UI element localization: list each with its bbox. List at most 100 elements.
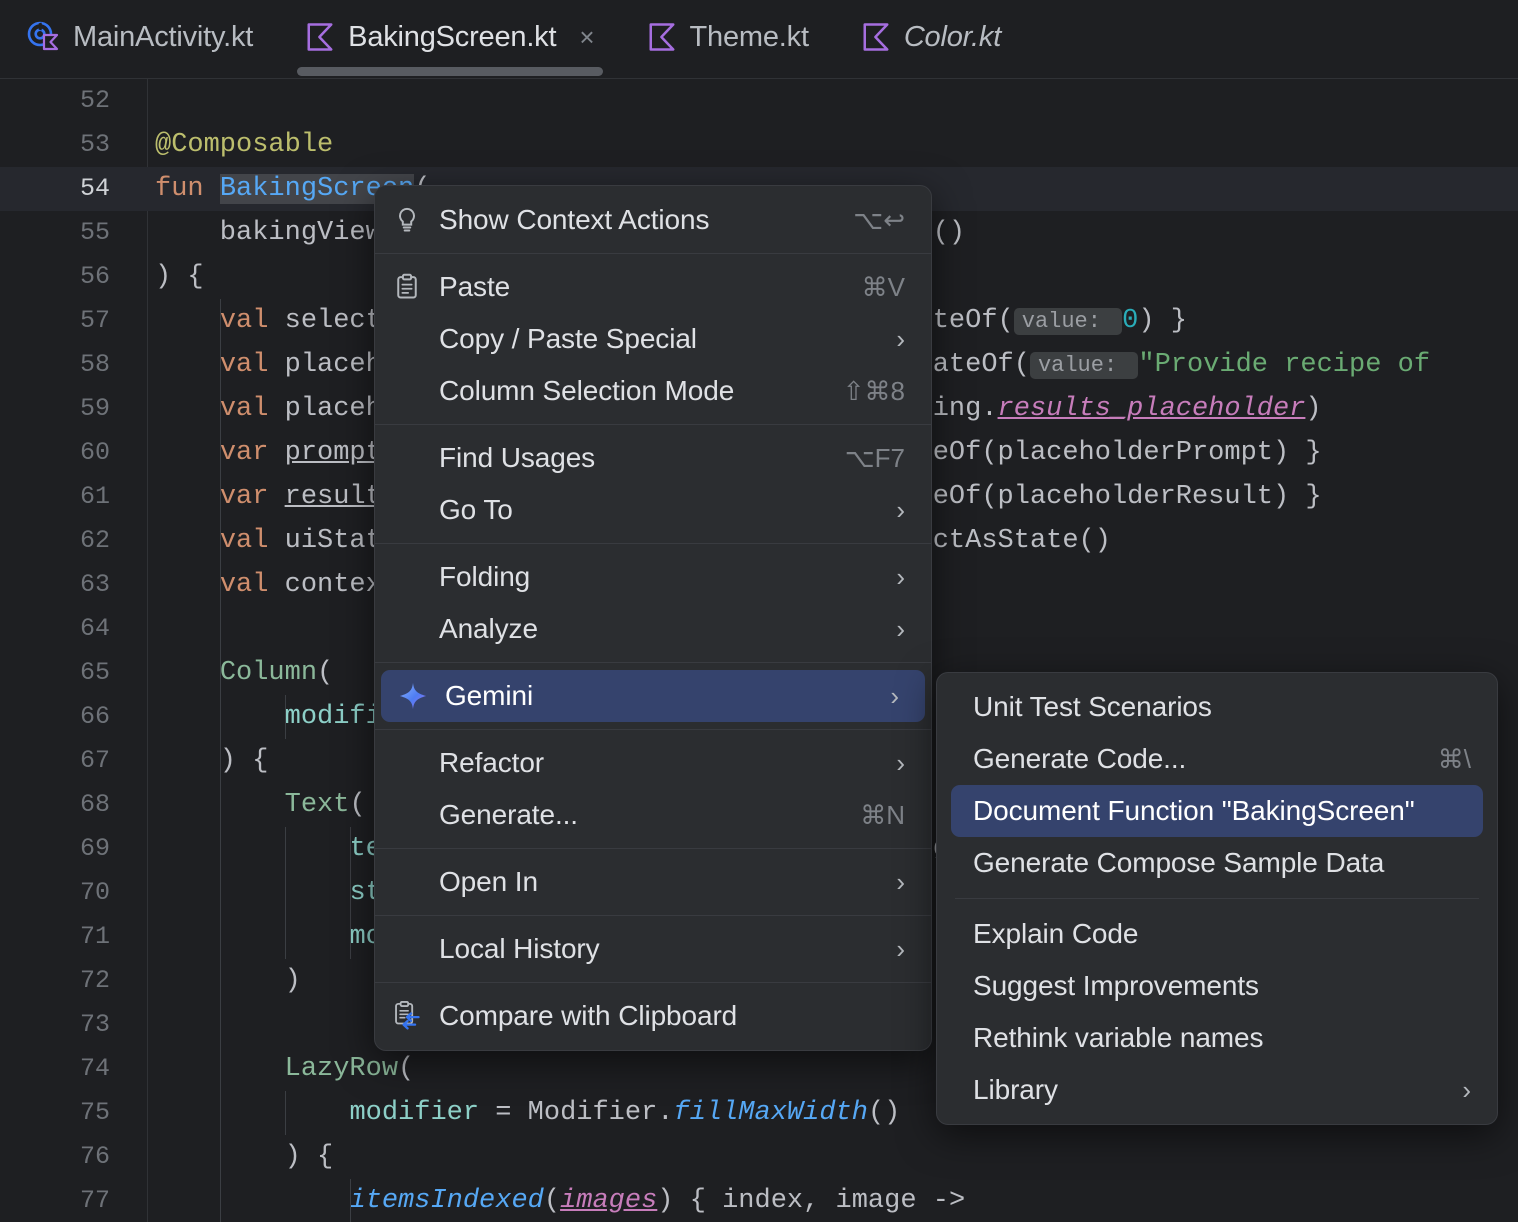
indent-guide (220, 431, 221, 475)
indent-guide (220, 1179, 221, 1222)
code-token: LazyRow (284, 1054, 399, 1084)
editor-tab-bakingscreen-kt[interactable]: BakingScreen.kt × (279, 0, 620, 79)
line-code: modifier = Modifier.fillMaxWidth() (148, 1091, 900, 1135)
indent-guide (220, 915, 221, 959)
lightbulb-icon (375, 206, 439, 234)
chevron-right-icon: › (890, 681, 899, 711)
menu-item-generate-code[interactable]: Generate Code... ⌘\ (937, 733, 1497, 785)
line-number: 69 (79, 834, 110, 863)
menu-item-compare-with-clipboard[interactable]: Compare with Clipboard (375, 990, 931, 1042)
chevron-right-icon: › (896, 867, 905, 897)
indent-guide (350, 827, 351, 871)
compare-clipboard-icon (375, 1001, 439, 1031)
line-number: 77 (79, 1186, 110, 1215)
code-token: val (219, 350, 285, 380)
chevron-right-icon: › (1462, 1075, 1471, 1105)
indent-guide (220, 519, 221, 563)
editor-tab-color-kt[interactable]: Color.kt (835, 0, 1027, 79)
menu-item-label: Compare with Clipboard (439, 1000, 738, 1031)
menu-item-refactor[interactable]: Refactor › (375, 737, 931, 789)
menu-item-folding[interactable]: Folding › (375, 551, 931, 603)
line-number: 74 (79, 1054, 110, 1083)
menu-item-rethink-variable-names[interactable]: Rethink variable names (937, 1012, 1497, 1064)
menu-item-paste[interactable]: Paste ⌘V (375, 261, 931, 313)
code-token: Text (284, 790, 350, 820)
code-token: results_placeholder (997, 394, 1306, 424)
close-icon[interactable]: × (579, 24, 594, 50)
code-token: 0 (1122, 306, 1139, 336)
menu-item-generate[interactable]: Generate... ⌘N (375, 789, 931, 841)
menu-item-suggest-improvements[interactable]: Suggest Improvements (937, 960, 1497, 1012)
menu-separator (955, 898, 1479, 899)
line-number: 65 (79, 658, 110, 687)
menu-item-open-in[interactable]: Open In › (375, 856, 931, 908)
menu-item-gemini[interactable]: Gemini › (381, 670, 925, 722)
line-code: ) { (148, 739, 269, 783)
code-token: images (560, 1186, 658, 1216)
menu-item-column-selection-mode[interactable]: Column Selection Mode ⇧⌘8 (375, 365, 931, 417)
indent-guide (220, 1047, 221, 1091)
chevron-right-icon: › (896, 748, 905, 778)
code-token: result (284, 482, 382, 512)
menu-item-unit-test-scenarios[interactable]: Unit Test Scenarios (937, 681, 1497, 733)
compose-kotlin-file-icon (27, 21, 59, 51)
tab-label: Color.kt (903, 20, 1002, 53)
code-token: var (219, 482, 285, 512)
indent-guide (220, 1003, 221, 1047)
menu-item-shortcut: ⌘N (860, 799, 905, 830)
menu-item-label: Document Function "BakingScreen" (973, 795, 1415, 826)
menu-item-label: Folding (439, 561, 531, 592)
indent-guide (220, 959, 221, 1003)
chevron-right-icon: › (896, 934, 905, 964)
code-token: ) { (155, 1142, 334, 1172)
indent-guide (220, 299, 221, 343)
code-token: fillMaxWidth (673, 1098, 868, 1128)
menu-item-copy-paste-special[interactable]: Copy / Paste Special › (375, 313, 931, 365)
editor-tab-theme-kt[interactable]: Theme.kt (621, 0, 835, 79)
indent-guide (285, 915, 286, 959)
chevron-right-icon: › (896, 562, 905, 592)
menu-item-label: Unit Test Scenarios (973, 691, 1212, 722)
line-number: 72 (79, 966, 110, 995)
editor-context-menu[interactable]: Show Context Actions ⌥↩ Paste ⌘V Copy / Pas… (374, 185, 932, 1051)
menu-item-show-context-actions[interactable]: Show Context Actions ⌥↩ (375, 194, 931, 246)
gemini-sparkle-icon (399, 682, 427, 710)
menu-item-explain-code[interactable]: Explain Code (937, 908, 1497, 960)
editor-tab-mainactivity-kt[interactable]: MainActivity.kt (0, 0, 279, 79)
menu-item-document-function-bakingscreen[interactable]: Document Function "BakingScreen" (951, 785, 1483, 837)
gemini-submenu[interactable]: Unit Test Scenarios Generate Code... ⌘\ Doc… (936, 672, 1498, 1125)
menu-item-generate-compose-sample-data[interactable]: Generate Compose Sample Data (937, 837, 1497, 889)
indent-guide (220, 1135, 221, 1179)
menu-item-label: Show Context Actions (439, 204, 710, 235)
indent-guide (220, 475, 221, 519)
menu-separator (375, 982, 931, 983)
menu-item-local-history[interactable]: Local History › (375, 923, 931, 975)
line-number: 54 (79, 174, 110, 203)
menu-item-shortcut: ⌘\ (1437, 743, 1471, 774)
menu-separator (375, 662, 931, 663)
indent-guide (285, 827, 286, 871)
menu-item-analyze[interactable]: Analyze › (375, 603, 931, 655)
menu-item-find-usages[interactable]: Find Usages ⌥F7 (375, 432, 931, 484)
clipboard-icon (375, 273, 439, 301)
menu-item-go-to[interactable]: Go To › (375, 484, 931, 536)
indent-guide (350, 915, 351, 959)
menu-item-library[interactable]: Library › (937, 1064, 1497, 1116)
line-code: ) { (148, 1135, 334, 1179)
line-number: 76 (79, 1142, 110, 1171)
menu-item-label: Find Usages (439, 442, 596, 473)
indent-guide (220, 387, 221, 431)
menu-item-shortcut: ⌥F7 (844, 442, 905, 473)
editor-tab-bar: MainActivity.kt BakingScreen.kt × Theme.k… (0, 0, 1518, 79)
line-number: 60 (79, 438, 110, 467)
code-token: fun (155, 174, 220, 204)
